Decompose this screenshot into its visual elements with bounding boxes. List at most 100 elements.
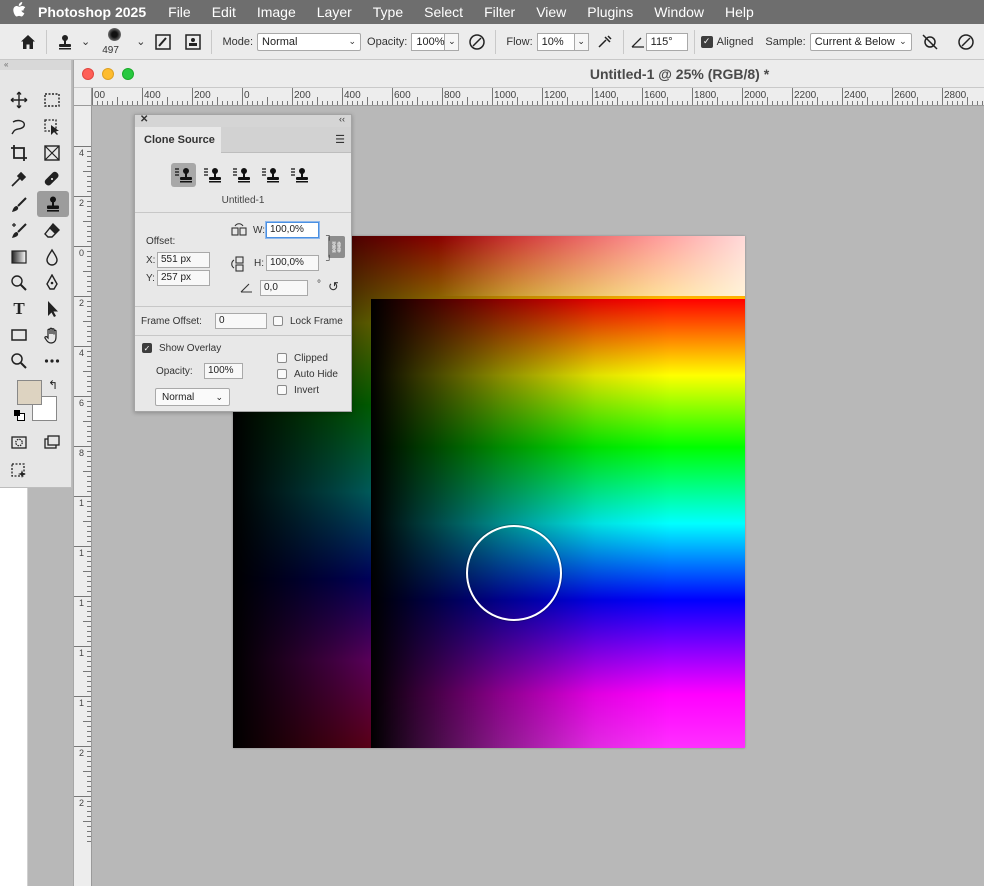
width-scale-field[interactable]: 100,0%	[266, 222, 319, 238]
marquee-tool-icon[interactable]	[39, 88, 65, 112]
invert-checkbox[interactable]	[277, 385, 287, 395]
menu-view[interactable]: View	[536, 4, 566, 20]
menu-type[interactable]: Type	[373, 4, 403, 20]
rotation-field[interactable]: 0,0	[260, 280, 308, 296]
menu-edit[interactable]: Edit	[212, 4, 236, 20]
aligned-checkbox[interactable]: ✓	[700, 35, 713, 48]
menu-filter[interactable]: Filter	[484, 4, 515, 20]
clipped-checkbox[interactable]	[277, 353, 287, 363]
panel-header[interactable]: ✕ ‹‹	[135, 114, 351, 127]
pressure-size-icon[interactable]	[954, 30, 978, 54]
healing-brush-tool-icon[interactable]	[39, 167, 65, 191]
ruler-minor-tick	[87, 676, 91, 677]
swap-colors-icon[interactable]: ↰	[48, 378, 58, 392]
vertical-ruler[interactable]: 4 2 0 2 4 6 8 1 1 1 1 1 2 2	[74, 106, 92, 886]
generative-fill-icon[interactable]	[6, 458, 32, 482]
home-icon[interactable]	[16, 30, 40, 54]
history-brush-tool-icon[interactable]	[6, 219, 32, 243]
ruler-minor-tick	[157, 101, 158, 105]
crop-tool-icon[interactable]	[6, 141, 32, 165]
tab-clone-source[interactable]: Clone Source	[135, 127, 221, 154]
zoom-tool-icon[interactable]	[6, 349, 32, 373]
clone-source-5-icon[interactable]	[287, 163, 312, 187]
rectangle-tool-icon[interactable]	[6, 323, 32, 347]
eraser-tool-icon[interactable]	[39, 219, 65, 243]
frame-offset-field[interactable]: 0	[215, 313, 267, 329]
app-menu[interactable]: Photoshop 2025	[38, 4, 146, 20]
pen-tool-icon[interactable]	[39, 271, 65, 295]
opacity-field[interactable]: 100%	[411, 32, 446, 51]
path-selection-tool-icon[interactable]	[39, 297, 65, 321]
lock-frame-checkbox[interactable]	[273, 316, 283, 326]
flow-dropdown-icon[interactable]: ⌄	[574, 32, 589, 51]
ruler-minor-tick	[527, 101, 528, 105]
offset-y-field[interactable]: 257 px	[157, 270, 210, 286]
menu-layer[interactable]: Layer	[317, 4, 352, 20]
panel-menu-icon[interactable]: ☰	[335, 133, 345, 146]
foreground-color-swatch[interactable]	[17, 380, 42, 405]
preset-chevron-icon[interactable]: ⌄	[81, 35, 90, 48]
menu-image[interactable]: Image	[257, 4, 296, 20]
menu-plugins[interactable]: Plugins	[587, 4, 633, 20]
frame-tool-icon[interactable]	[39, 141, 65, 165]
show-overlay-checkbox[interactable]: ✓	[142, 343, 152, 353]
clone-stamp-preset-icon[interactable]	[53, 30, 77, 54]
flip-horizontal-icon[interactable]	[231, 223, 247, 240]
tools-panel-grip[interactable]	[0, 70, 71, 76]
sample-select[interactable]: Current & Below ⌄	[809, 32, 912, 51]
brush-chevron-icon[interactable]: ⌄	[136, 35, 145, 48]
frame-offset-label: Frame Offset:	[141, 316, 202, 327]
ignore-adjustment-layers-icon[interactable]	[918, 30, 942, 54]
overlay-opacity-field[interactable]: 100%	[204, 363, 243, 379]
document-titlebar[interactable]: Untitled-1 @ 25% (RGB/8) *	[74, 60, 984, 88]
dodge-tool-icon[interactable]	[6, 271, 32, 295]
clone-source-4-icon[interactable]	[258, 163, 283, 187]
more-tools-icon[interactable]	[39, 349, 65, 373]
clone-source-1-icon[interactable]	[171, 163, 196, 187]
height-scale-field[interactable]: 100,0%	[266, 255, 319, 271]
reset-transform-icon[interactable]: ↺	[328, 279, 339, 295]
opacity-dropdown-icon[interactable]: ⌄	[445, 32, 460, 51]
flip-vertical-icon[interactable]	[231, 256, 247, 275]
ruler-minor-tick	[83, 671, 91, 672]
eyedropper-tool-icon[interactable]	[6, 167, 32, 191]
hand-tool-icon[interactable]	[39, 323, 65, 347]
brush-tool-icon[interactable]	[6, 193, 32, 217]
clone-stamp-tool-icon[interactable]	[37, 191, 69, 217]
overlay-blend-mode-select[interactable]: Normal ⌄	[155, 388, 230, 406]
type-tool-icon[interactable]: T	[6, 297, 32, 321]
gradient-tool-icon[interactable]	[6, 245, 32, 269]
tools-panel-header[interactable]: «	[0, 60, 71, 70]
menu-help[interactable]: Help	[725, 4, 754, 20]
menu-select[interactable]: Select	[424, 4, 463, 20]
apple-menu-icon[interactable]	[0, 1, 38, 23]
mode-select[interactable]: Normal ⌄	[257, 32, 362, 51]
move-tool-icon[interactable]	[6, 88, 32, 112]
screen-mode-icon[interactable]	[39, 430, 65, 454]
blur-tool-icon[interactable]	[39, 245, 65, 269]
brush-preset-picker[interactable]: 497	[98, 25, 132, 59]
auto-hide-checkbox[interactable]	[277, 369, 287, 379]
brush-settings-icon[interactable]	[151, 30, 175, 54]
clone-source-panel-icon[interactable]	[181, 30, 205, 54]
offset-x-field[interactable]: 551 px	[157, 252, 210, 268]
pressure-opacity-icon[interactable]	[465, 30, 489, 54]
ruler-label: 4	[79, 348, 85, 358]
clone-source-3-icon[interactable]	[229, 163, 254, 187]
object-selection-tool-icon[interactable]	[39, 115, 65, 139]
flow-field[interactable]: 10%	[536, 32, 575, 51]
default-colors-icon[interactable]	[14, 410, 25, 421]
lasso-tool-icon[interactable]	[6, 115, 32, 139]
angle-field[interactable]: 115°	[645, 32, 688, 51]
ruler-origin[interactable]	[74, 88, 92, 106]
menu-window[interactable]: Window	[654, 4, 704, 20]
airbrush-icon[interactable]	[593, 30, 617, 54]
horizontal-ruler[interactable]: 00 400 200 0 200 400 600 800 1000 1200 1400 1600 180…	[92, 88, 984, 106]
quick-mask-icon[interactable]	[6, 430, 32, 454]
clone-source-2-icon[interactable]	[200, 163, 225, 187]
close-panel-icon[interactable]: ✕	[140, 114, 148, 125]
ruler-minor-tick	[87, 681, 91, 682]
menu-file[interactable]: File	[168, 4, 191, 20]
collapse-panel-icon[interactable]: ‹‹	[339, 114, 345, 124]
ruler-minor-tick	[87, 151, 91, 152]
